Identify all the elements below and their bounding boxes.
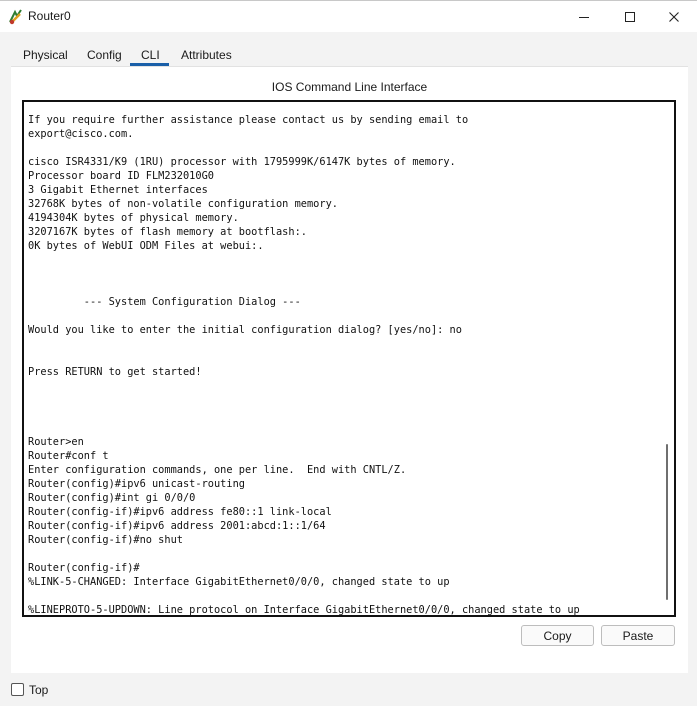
cli-line bbox=[28, 547, 654, 561]
cli-line: Router(config-if)#ipv6 address fe80::1 l… bbox=[28, 506, 332, 518]
cli-line: Router(config)#int gi 0/0/0 bbox=[28, 492, 196, 504]
close-icon bbox=[669, 12, 679, 22]
router-app-icon bbox=[7, 8, 25, 26]
maximize-icon bbox=[625, 12, 635, 22]
cli-line: Router(config)#ipv6 unicast-routing bbox=[28, 478, 245, 490]
device-panel: Physical Config CLI Attributes IOS Comma… bbox=[11, 43, 688, 673]
cli-line: Would you like to enter the initial conf… bbox=[28, 324, 462, 336]
cli-line bbox=[28, 393, 654, 407]
tab-bar: Physical Config CLI Attributes bbox=[11, 43, 688, 67]
tab-config[interactable]: Config bbox=[87, 43, 122, 67]
minimize-icon bbox=[579, 17, 589, 18]
cli-line bbox=[28, 309, 654, 323]
cli-line: Processor board ID FLM232010G0 bbox=[28, 170, 214, 182]
cli-line bbox=[28, 589, 654, 603]
copy-button[interactable]: Copy bbox=[521, 625, 594, 646]
top-label: Top bbox=[29, 683, 49, 697]
cli-line: Router>en bbox=[28, 436, 84, 448]
minimize-button[interactable] bbox=[561, 1, 607, 33]
cli-line bbox=[28, 379, 654, 393]
top-checkbox[interactable] bbox=[11, 683, 24, 696]
cli-line: 3207167K bytes of flash memory at bootfl… bbox=[28, 226, 307, 238]
cli-line: 4194304K bytes of physical memory. bbox=[28, 212, 239, 224]
cli-line: 32768K bytes of non-volatile configurati… bbox=[28, 198, 338, 210]
cli-line bbox=[28, 407, 654, 421]
cli-line: %LINEPROTO-5-UPDOWN: Line protocol on In… bbox=[28, 604, 580, 616]
cli-line: If you require further assistance please… bbox=[28, 114, 469, 126]
cli-line bbox=[28, 421, 654, 435]
cli-line: 0K bytes of WebUI ODM Files at webui:. bbox=[28, 240, 264, 252]
cli-line bbox=[28, 337, 654, 351]
paste-button[interactable]: Paste bbox=[601, 625, 675, 646]
cli-line: %LINK-5-CHANGED: Interface GigabitEthern… bbox=[28, 576, 450, 588]
title-bar: Router0 bbox=[0, 0, 697, 32]
cli-line bbox=[28, 281, 654, 295]
cli-line: export@cisco.com. bbox=[28, 128, 134, 140]
cli-line: Enter configuration commands, one per li… bbox=[28, 464, 407, 476]
cli-line: cisco ISR4331/K9 (1RU) processor with 17… bbox=[28, 156, 456, 168]
cli-line: Press RETURN to get started! bbox=[28, 366, 202, 378]
cli-line: Router(config-if)#ipv6 address 2001:abcd… bbox=[28, 520, 326, 532]
cli-line bbox=[28, 267, 654, 281]
scroll-thumb[interactable] bbox=[666, 444, 668, 600]
cli-line bbox=[28, 253, 654, 267]
cli-line: Router(config-if)#no shut bbox=[28, 534, 183, 546]
cli-terminal[interactable]: If you require further assistance please… bbox=[22, 100, 676, 617]
cli-line: 3 Gigabit Ethernet interfaces bbox=[28, 184, 208, 196]
cli-heading: IOS Command Line Interface bbox=[271, 80, 428, 94]
cli-line bbox=[28, 141, 654, 155]
cli-tab-content: IOS Command Line Interface If you requir… bbox=[11, 66, 688, 673]
close-button[interactable] bbox=[651, 1, 697, 33]
cli-line: --- System Configuration Dialog --- bbox=[28, 296, 301, 308]
window-title: Router0 bbox=[28, 9, 71, 23]
tab-attributes[interactable]: Attributes bbox=[181, 43, 232, 67]
maximize-button[interactable] bbox=[607, 1, 653, 33]
cli-output: If you require further assistance please… bbox=[28, 113, 654, 616]
footer-bar: Top bbox=[0, 676, 697, 706]
cli-line: Router#conf t bbox=[28, 450, 109, 462]
cli-line bbox=[28, 351, 654, 365]
cli-line: Router(config-if)# bbox=[28, 562, 140, 574]
tab-physical[interactable]: Physical bbox=[23, 43, 68, 67]
terminal-scrollbar[interactable] bbox=[662, 102, 672, 615]
